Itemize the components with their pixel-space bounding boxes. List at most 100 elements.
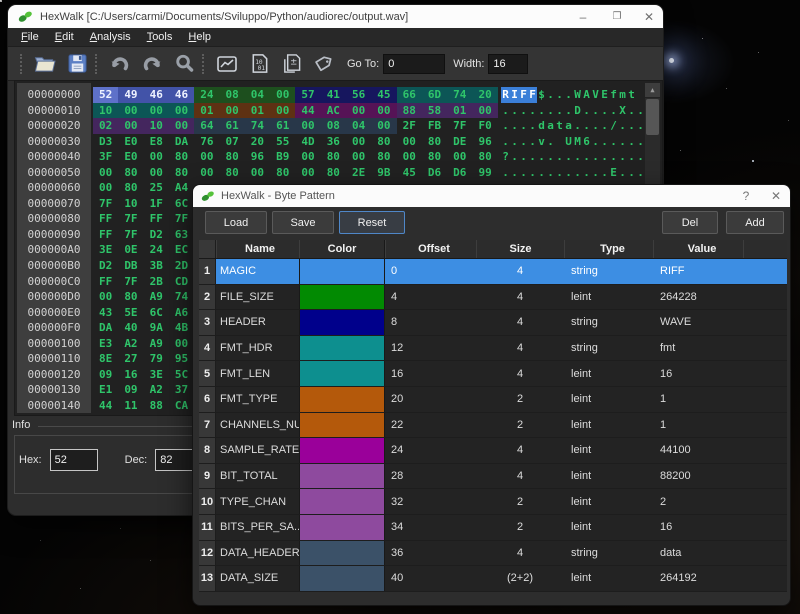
pattern-row-data-size[interactable]: 13DATA_SIZE40(2+2)leint264192 [199, 566, 787, 592]
ascii-char[interactable]: . [573, 149, 582, 165]
ascii-char[interactable]: D [573, 103, 582, 119]
hex-byte[interactable]: 27 [118, 351, 143, 367]
ascii-char[interactable]: W [573, 87, 582, 103]
toolbar-grip[interactable] [95, 54, 99, 74]
hex-byte[interactable]: 80 [321, 149, 346, 165]
pattern-color-swatch[interactable] [299, 310, 385, 335]
ascii-char[interactable]: A [582, 87, 591, 103]
hex-byte[interactable]: A9 [144, 336, 169, 352]
hex-byte[interactable]: 76 [194, 134, 219, 150]
hex-byte[interactable]: 88 [397, 103, 422, 119]
ascii-char[interactable]: E [609, 165, 618, 181]
hex-byte[interactable]: A4 [169, 180, 194, 196]
ascii-char[interactable]: . [636, 103, 645, 119]
ascii-char[interactable]: a [564, 118, 573, 134]
ascii-char[interactable]: . [564, 87, 573, 103]
ascii-char[interactable]: . [618, 149, 627, 165]
ascii-char[interactable]: . [546, 134, 555, 150]
pattern-row-fmt-len[interactable]: 5FMT_LEN164leint16 [199, 361, 787, 387]
hex-byte[interactable]: A9 [144, 289, 169, 305]
ascii-char[interactable]: . [528, 134, 537, 150]
hex-byte[interactable]: 96 [245, 149, 270, 165]
hex-byte[interactable]: 41 [321, 87, 346, 103]
diff-file-button[interactable]: ± [277, 51, 305, 77]
hex-byte[interactable]: AC [321, 103, 346, 119]
ascii-char[interactable]: . [618, 118, 627, 134]
hex-byte[interactable]: 61 [270, 118, 295, 134]
hex-byte[interactable]: 80 [219, 165, 244, 181]
hex-byte[interactable]: 64 [194, 118, 219, 134]
pattern-color-swatch[interactable] [299, 566, 385, 591]
hex-byte[interactable]: 58 [422, 103, 447, 119]
pattern-color-swatch[interactable] [299, 285, 385, 310]
ascii-char[interactable]: . [564, 165, 573, 181]
hex-byte[interactable]: 96 [472, 134, 497, 150]
redo-button[interactable] [138, 51, 166, 77]
ascii-char[interactable]: E [600, 87, 609, 103]
hex-byte[interactable]: 46 [169, 87, 194, 103]
pattern-row-channels-num[interactable]: 7CHANNELS_NUM222leint1 [199, 413, 787, 439]
hex-byte[interactable]: 80 [118, 165, 143, 181]
hex-byte[interactable]: 08 [219, 87, 244, 103]
hex-byte[interactable]: 80 [422, 149, 447, 165]
hex-byte[interactable]: 74 [169, 289, 194, 305]
hex-byte[interactable]: 43 [93, 305, 118, 321]
ascii-char[interactable]: . [618, 165, 627, 181]
hex-byte[interactable]: 00 [169, 103, 194, 119]
pattern-color-swatch[interactable] [299, 413, 385, 438]
scrollbar-thumb[interactable] [646, 99, 659, 135]
hex-byte[interactable]: 00 [169, 118, 194, 134]
ascii-char[interactable]: I [510, 87, 519, 103]
hex-byte[interactable]: 3E [144, 367, 169, 383]
pattern-color-swatch[interactable] [299, 336, 385, 361]
hex-byte[interactable]: D3 [93, 134, 118, 150]
hex-byte[interactable]: 24 [194, 87, 219, 103]
column-header-size[interactable]: Size [476, 240, 564, 258]
hex-byte[interactable]: 00 [144, 165, 169, 181]
ascii-char[interactable]: V [591, 87, 600, 103]
ascii-char[interactable] [636, 87, 645, 103]
hex-byte[interactable]: 95 [169, 351, 194, 367]
hex-byte[interactable]: 2B [144, 274, 169, 290]
ascii-char[interactable]: . [519, 118, 528, 134]
hex-byte[interactable]: 44 [93, 398, 118, 414]
pattern-color-swatch[interactable] [299, 259, 385, 284]
ascii-char[interactable]: $ [537, 87, 546, 103]
hex-byte[interactable]: 01 [245, 103, 270, 119]
ascii-char[interactable]: . [501, 165, 510, 181]
hex-byte[interactable]: CD [169, 274, 194, 290]
hex-byte[interactable]: 80 [371, 134, 396, 150]
hex-byte[interactable]: 04 [346, 118, 371, 134]
hex-byte[interactable]: 80 [270, 165, 295, 181]
hex-byte[interactable]: 00 [295, 165, 320, 181]
hex-byte[interactable]: 07 [219, 134, 244, 150]
hex-byte[interactable]: 63 [169, 227, 194, 243]
ascii-char[interactable]: m [618, 87, 627, 103]
hex-byte[interactable]: 4D [295, 134, 320, 150]
ascii-char[interactable]: . [537, 165, 546, 181]
hex-byte[interactable]: DB [118, 258, 143, 274]
pattern-row-header[interactable]: 3HEADER84stringWAVE [199, 310, 787, 336]
hex-byte[interactable]: 00 [118, 118, 143, 134]
hex-byte[interactable]: 7F [118, 227, 143, 243]
hex-byte[interactable]: 80 [371, 149, 396, 165]
ascii-char[interactable]: . [573, 118, 582, 134]
hex-byte[interactable]: 00 [93, 165, 118, 181]
ascii-char[interactable]: . [546, 165, 555, 181]
ascii-char[interactable]: . [627, 118, 636, 134]
hex-byte[interactable]: E8 [144, 134, 169, 150]
pattern-row-data-header[interactable]: 12DATA_HEADER364stringdata [199, 541, 787, 567]
hex-byte[interactable]: 01 [194, 103, 219, 119]
chart-button[interactable] [213, 51, 241, 77]
binary-file-button[interactable]: 10 01 [245, 51, 273, 77]
hex-byte[interactable]: 8E [93, 351, 118, 367]
ascii-char[interactable]: . [627, 149, 636, 165]
ascii-char[interactable]: . [510, 165, 519, 181]
hex-byte[interactable]: 16 [118, 367, 143, 383]
hex-byte[interactable]: 00 [346, 134, 371, 150]
hex-byte[interactable]: 99 [472, 165, 497, 181]
ascii-char[interactable]: ? [501, 149, 510, 165]
close-button[interactable]: ✕ [634, 5, 664, 28]
goto-input[interactable] [383, 54, 445, 74]
hex-byte[interactable]: 00 [194, 165, 219, 181]
